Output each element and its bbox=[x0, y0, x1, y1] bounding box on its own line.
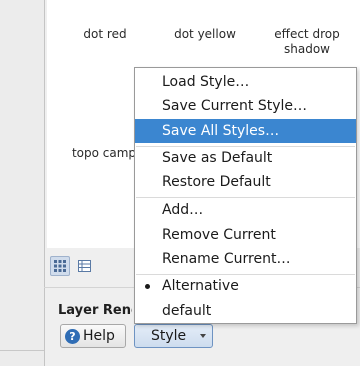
dropdown-arrow-icon bbox=[200, 334, 206, 338]
menu-item-alternative[interactable]: Alternative bbox=[135, 274, 356, 298]
layer-rendering-section[interactable]: Layer Rendering bbox=[52, 300, 132, 320]
menu-item-label: Load Style… bbox=[162, 74, 250, 90]
list-view-button[interactable] bbox=[74, 256, 94, 276]
menu-item-add[interactable]: Add… bbox=[135, 198, 356, 222]
gallery-item-label: effect drop shadow bbox=[274, 27, 340, 56]
help-icon: ? bbox=[65, 328, 80, 344]
gallery-item-topo-camp[interactable]: topo camp bbox=[71, 146, 137, 161]
style-menu: Load Style… Save Current Style… Save All… bbox=[134, 67, 357, 324]
help-button[interactable]: ? Help bbox=[60, 324, 126, 348]
menu-item-remove-current[interactable]: Remove Current bbox=[135, 223, 356, 247]
checked-bullet-icon bbox=[145, 284, 150, 289]
menu-item-default[interactable]: default bbox=[135, 299, 356, 323]
menu-item-label: Rename Current… bbox=[162, 251, 291, 267]
gallery-item-label: dot yellow bbox=[174, 27, 236, 41]
list-icon bbox=[77, 260, 91, 272]
gallery-item-dot-yellow[interactable]: dot yellow bbox=[171, 27, 239, 42]
menu-item-label: Restore Default bbox=[162, 174, 271, 190]
icon-view-button[interactable] bbox=[50, 256, 70, 276]
gallery-item-dot-red[interactable]: dot red bbox=[77, 27, 133, 42]
layer-rendering-label: Layer Rendering bbox=[58, 302, 132, 318]
left-margin bbox=[0, 0, 44, 366]
gallery-item-label: topo camp bbox=[71, 146, 137, 160]
gallery-item-effect-drop-shadow[interactable]: effect drop shadow bbox=[267, 27, 347, 57]
menu-item-label: Alternative bbox=[162, 278, 239, 294]
style-button[interactable]: Style bbox=[134, 324, 213, 348]
menu-item-label: Add… bbox=[162, 202, 204, 218]
gallery-item-label: dot red bbox=[83, 27, 127, 41]
menu-item-label: Save All Styles… bbox=[162, 123, 280, 139]
help-label: Help bbox=[83, 328, 115, 344]
grid-icon bbox=[54, 260, 66, 272]
menu-item-label: default bbox=[162, 303, 212, 319]
divider bbox=[0, 350, 44, 351]
menu-item-save-current-style[interactable]: Save Current Style… bbox=[135, 94, 356, 118]
menu-item-rename-current[interactable]: Rename Current… bbox=[135, 247, 356, 271]
menu-item-restore-default[interactable]: Restore Default bbox=[135, 170, 356, 194]
menu-item-save-all-styles[interactable]: Save All Styles… bbox=[135, 119, 356, 143]
menu-item-label: Save Current Style… bbox=[162, 98, 308, 114]
style-label: Style bbox=[151, 328, 187, 344]
menu-item-label: Remove Current bbox=[162, 227, 276, 243]
menu-item-load-style[interactable]: Load Style… bbox=[135, 70, 356, 94]
menu-item-label: Save as Default bbox=[162, 150, 273, 166]
menu-item-save-as-default[interactable]: Save as Default bbox=[135, 146, 356, 170]
